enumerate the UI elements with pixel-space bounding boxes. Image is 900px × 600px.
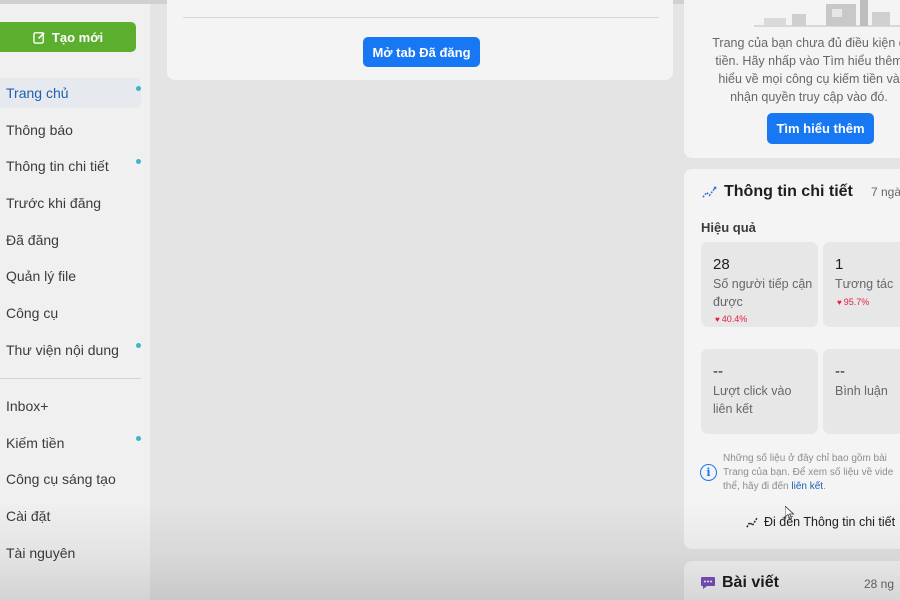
posted-card: Mở tab Đã đăng [167,0,673,80]
sidebar-item-label: Công cụ sáng tạo [6,471,116,488]
sidebar-item-label: Cài đặt [6,508,51,525]
monetization-illustration [754,0,900,27]
sidebar-item-label: Trước khi đăng [6,195,102,212]
metric-value: -- [713,363,723,380]
metric-change: 40.4% [715,314,748,324]
sidebar-item-inbox[interactable]: Inbox+ [0,391,141,421]
sidebar-item-label: Tài nguyên [6,544,76,561]
metric-label: Số người tiếp cận được [713,277,813,309]
sidebar-nav: Trang chủ Thông báo Thông tin chi tiết T… [0,78,150,372]
metric-engagement[interactable]: 1 Tương tác 95.7% [823,242,900,327]
sidebar-item-creative-tools[interactable]: Công cụ sáng tạo [0,464,141,494]
note-text: Những số liệu ở đây chỉ bao gồm bài Tran… [723,453,894,492]
sidebar-item-label: Thông tin chi tiết [6,158,109,175]
edit-icon [33,31,45,44]
sidebar-item-label: Thông báo [6,121,73,138]
mouse-cursor-icon [785,506,795,520]
create-new-button[interactable]: Tạo mới [0,22,136,52]
metric-reach[interactable]: 28 Số người tiếp cận được 40.4% [701,242,818,327]
learn-more-button[interactable]: Tìm hiểu thêm [767,113,874,144]
trend-icon [746,516,758,528]
sidebar-item-settings[interactable]: Cài đặt [0,501,141,531]
metric-label: Bình luận [835,384,888,398]
posts-date: 28 ng [864,577,895,591]
sidebar-item-file-manager[interactable]: Quản lý file [0,261,141,291]
performance-heading: Hiệu quả [701,220,756,235]
sidebar-item-tools[interactable]: Công cụ [0,298,141,328]
date-range[interactable]: 7 ngà [871,185,900,199]
trend-icon [702,186,717,198]
sidebar-item-notifications[interactable]: Thông báo [0,115,141,145]
sidebar-divider [0,378,141,379]
sidebar-item-label: Thư viện nội dung [6,341,119,358]
metric-label: Lượt click vào liên kết [713,384,792,416]
sidebar-item-label: Trang chủ [6,85,69,101]
sidebar-item-monetization[interactable]: Kiếm tiền [0,428,141,458]
sidebar-item-home[interactable]: Trang chủ [0,78,141,108]
sidebar-item-label: Inbox+ [6,398,49,414]
sidebar-item-label: Đã đăng [6,231,59,248]
chat-icon [701,577,715,589]
sidebar-item-insights[interactable]: Thông tin chi tiết [0,151,141,181]
insights-header: Thông tin chi tiết [702,183,853,201]
metric-comments[interactable]: -- Bình luận [823,349,900,434]
sidebar-item-label: Kiếm tiền [6,434,65,451]
sidebar-item-posted[interactable]: Đã đăng [0,225,141,255]
metric-value: 1 [835,256,844,273]
posts-card: Bài viết 28 ng [684,561,900,600]
metric-value: 28 [713,256,730,273]
posts-header: Bài viết [700,574,779,592]
metric-link-clicks[interactable]: -- Lượt click vào liên kết [701,349,818,434]
metric-value: -- [835,363,845,380]
notification-dot [136,159,141,165]
create-new-label: Tạo mới [51,29,104,45]
insights-title: Thông tin chi tiết [724,183,853,200]
go-to-insights-label: Đi đến Thông tin chi tiết [764,515,896,529]
sidebar-item-before-posting[interactable]: Trước khi đăng [0,188,141,218]
divider [183,17,659,18]
sidebar-item-label: Công cụ [6,305,59,322]
sidebar-nav-secondary: Inbox+ Kiếm tiền Công cụ sáng tạo Cài đặ… [0,391,150,574]
info-icon: i [700,464,717,481]
eligibility-text: Trang của bạn chưa đủ điều kiện đ tiền. … [712,36,900,104]
insights-card: Thông tin chi tiết 7 ngà Hiệu quả 28 Số … [684,169,900,549]
open-posted-tab-button[interactable]: Mở tab Đã đăng [363,37,480,67]
monetization-card: Trang của bạn chưa đủ điều kiện đ tiền. … [684,0,900,158]
notification-dot [136,435,141,441]
posts-title: Bài viết [722,574,779,591]
notification-dot [136,86,141,91]
sidebar-item-content-library[interactable]: Thư viện nội dung [0,335,141,365]
metric-change: 95.7% [837,297,870,307]
sidebar-item-resources[interactable]: Tài nguyên [0,538,141,568]
sidebar: Tạo mới Trang chủ Thông báo Thông tin ch… [0,4,150,600]
go-to-insights-link[interactable]: Đi đến Thông tin chi tiết [746,515,895,529]
notification-dot [136,342,141,348]
metric-label: Tương tác [835,277,894,291]
note-link[interactable]: liên kết [791,481,823,492]
sidebar-item-label: Quản lý file [6,268,77,285]
